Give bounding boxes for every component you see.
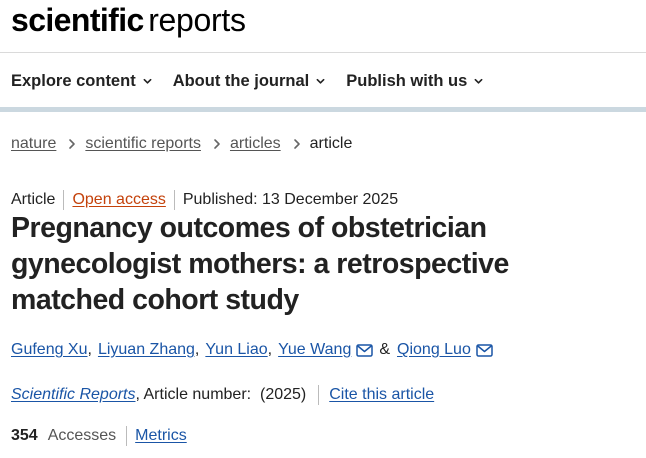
author-comma: , [267, 341, 273, 358]
journal-link[interactable]: Scientific Reports [11, 386, 136, 404]
nav-publish-with-us-label: Publish with us [346, 71, 468, 90]
citation-line: Scientific Reports , Article number: (20… [11, 384, 434, 406]
site-logo[interactable]: scientific reports [11, 2, 246, 46]
citation-divider [318, 385, 320, 405]
nav-explore-content-label: Explore content [11, 71, 136, 90]
article-type: Article [11, 191, 56, 208]
nav-publish-with-us[interactable]: Publish with us [346, 72, 483, 91]
meta-divider [63, 190, 65, 210]
nav-about-the-journal[interactable]: About the journal [173, 72, 326, 91]
author-link[interactable]: Yue Wang [278, 341, 351, 359]
published-date: Published: 13 December 2025 [182, 191, 399, 208]
author-link[interactable]: Qiong Luo [397, 341, 471, 359]
author-link[interactable]: Gufeng Xu [11, 341, 88, 359]
nav-bottom-border [0, 107, 646, 112]
author-list: Gufeng Xu, Liyuan Zhang, Yun Liao, Yue W… [11, 339, 493, 361]
cite-this-article-link[interactable]: Cite this article [329, 386, 434, 404]
accesses-count: 354 [11, 427, 38, 444]
chevron-down-icon [316, 78, 325, 84]
accesses-label: Accesses [47, 427, 117, 444]
author-comma: , [87, 341, 92, 358]
author-comma: , [194, 341, 200, 358]
main-nav: Explore content About the journal Publis… [11, 68, 504, 94]
nav-explore-content[interactable]: Explore content [11, 72, 152, 91]
email-icon[interactable] [356, 343, 374, 357]
breadcrumb: nature scientific reports articles artic… [11, 133, 352, 155]
breadcrumb-current: article [309, 135, 353, 152]
article-title: Pregnancy outcomes of obstetrician gynec… [11, 212, 509, 316]
header-divider [0, 52, 646, 53]
author-link[interactable]: Yun Liao [205, 341, 267, 359]
author-ampersand: & [379, 341, 391, 358]
chevron-down-icon [474, 78, 483, 84]
chevron-right-icon [214, 139, 220, 149]
open-access-link[interactable]: Open access [72, 191, 165, 209]
meta-divider [173, 190, 175, 210]
metrics-divider [126, 426, 128, 446]
breadcrumb-articles[interactable]: articles [230, 135, 281, 153]
logo-scientific: scientific [11, 2, 144, 38]
breadcrumb-nature[interactable]: nature [11, 135, 56, 153]
email-icon[interactable] [476, 343, 493, 357]
chevron-down-icon [143, 78, 152, 84]
logo-reports: reports [148, 2, 246, 38]
metrics-link[interactable]: Metrics [135, 427, 187, 445]
article-number: , Article number: (2025) [135, 386, 307, 403]
article-meta: Article Open access Published: 13 Decemb… [11, 189, 398, 211]
chevron-right-icon [293, 139, 300, 149]
breadcrumb-scientific-reports[interactable]: scientific reports [85, 135, 201, 153]
nav-about-the-journal-label: About the journal [172, 71, 310, 90]
article-metrics: 354 Accesses Metrics [11, 425, 187, 447]
chevron-right-icon [69, 139, 76, 149]
author-link[interactable]: Liyuan Zhang [98, 341, 195, 359]
